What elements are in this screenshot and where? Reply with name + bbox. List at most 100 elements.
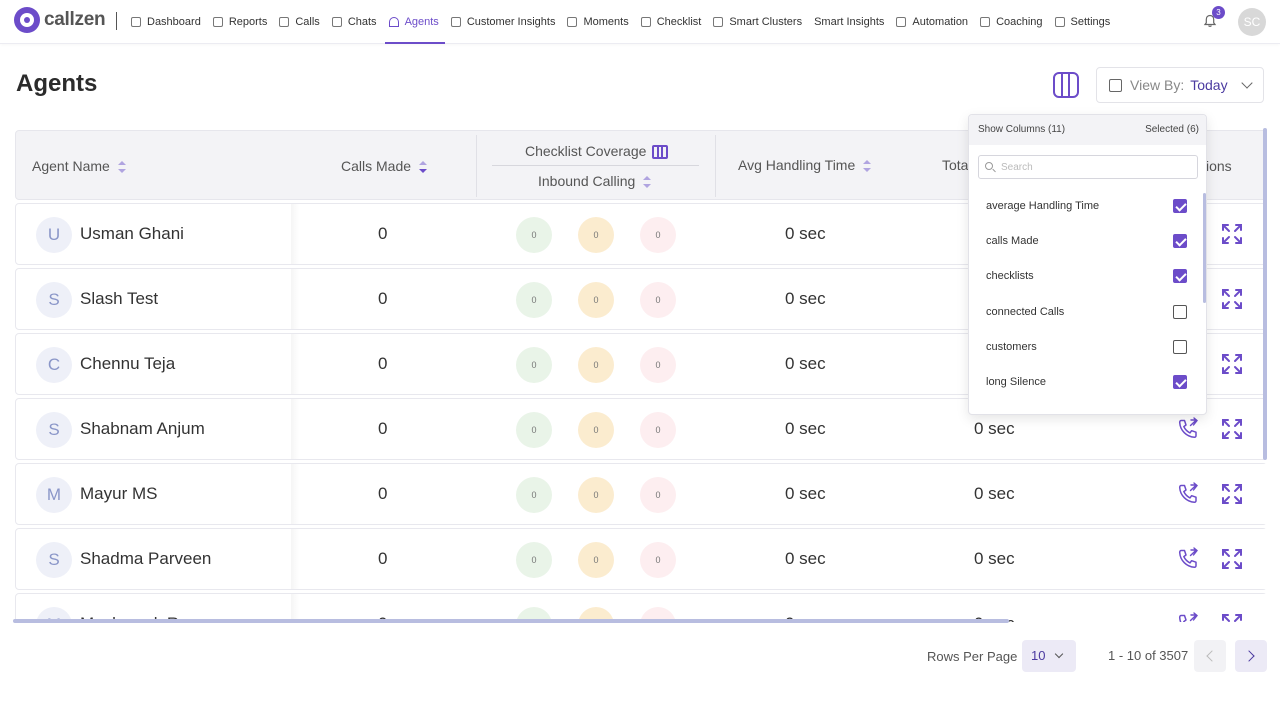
rows-per-page-select[interactable]: 10: [1022, 640, 1076, 672]
expand-icon[interactable]: [1220, 287, 1244, 311]
column-option-checkbox[interactable]: [1173, 269, 1187, 284]
column-option-label[interactable]: checklists: [986, 270, 1034, 282]
agent-name[interactable]: Shadma Parveen: [80, 549, 211, 569]
sort-icon[interactable]: [419, 161, 428, 174]
horizontal-scrollbar[interactable]: [13, 619, 1009, 623]
top-nav: callzen Dashboard Reports Calls Chats Agents…: [0, 0, 1280, 44]
column-option-checkbox[interactable]: [1173, 304, 1187, 319]
column-search-input[interactable]: Search: [978, 155, 1198, 179]
agent-avatar: S: [36, 412, 72, 448]
column-option-label[interactable]: calls Made: [986, 235, 1039, 247]
calls-made-value: 0: [378, 484, 388, 503]
pagination-range: 1 - 10 of 3507: [1108, 648, 1189, 663]
agent-avatar: S: [36, 282, 72, 318]
column-option-label[interactable]: long Silence: [986, 376, 1046, 388]
agent-name[interactable]: Chennu Teja: [80, 354, 175, 374]
avg-handling-time-value: 0 sec: [785, 354, 826, 373]
nav-item-calls[interactable]: Calls: [279, 0, 325, 44]
nav-item-reports[interactable]: Reports: [212, 0, 274, 44]
calls-made-value: 0: [378, 354, 388, 373]
sort-icon[interactable]: [863, 160, 872, 173]
callzen-logo[interactable]: callzen: [14, 7, 106, 33]
nav-item-customer-insights[interactable]: Customer Insights: [450, 0, 562, 44]
next-page-button[interactable]: [1235, 640, 1267, 672]
expand-icon[interactable]: [1220, 417, 1244, 441]
nav-item-agents[interactable]: Agents: [384, 0, 446, 44]
notification-badge: 3: [1212, 6, 1225, 19]
table-row[interactable]: MMuskaan k R00000 sec0 sec: [15, 593, 1267, 622]
nav-item-automation[interactable]: Automation: [896, 0, 974, 44]
nav-items: Dashboard Reports Calls Chats Agents Customer…: [131, 0, 1122, 44]
nav-item-smart-clusters[interactable]: Smart Clusters: [713, 0, 808, 44]
checklist-partial-count: 0: [578, 282, 614, 318]
nav-item-smart-insights[interactable]: Smart Insights: [814, 0, 890, 44]
sort-icon[interactable]: [117, 161, 126, 174]
expand-icon[interactable]: [1220, 612, 1244, 622]
table-row[interactable]: S Shadma Parveen 0 0 0 0 0 sec 0 sec: [15, 528, 1267, 590]
column-option-label[interactable]: customers: [986, 341, 1037, 353]
user-avatar[interactable]: SC: [1238, 8, 1266, 36]
agent-name[interactable]: Usman Ghani: [80, 224, 184, 244]
agent-name[interactable]: Slash Test: [80, 289, 158, 309]
nav-item-moments[interactable]: Moments: [567, 0, 634, 44]
agent-name[interactable]: Mayur MS: [80, 484, 157, 504]
header-calls-made[interactable]: Calls Made: [341, 158, 428, 174]
agent-avatar: C: [36, 347, 72, 383]
checklist-partial-count: 0: [578, 217, 614, 253]
header-avg-handling-time[interactable]: Avg Handling Time: [738, 157, 872, 173]
nav-item-label: Chats: [347, 16, 377, 28]
view-by-select[interactable]: View By: Today: [1096, 67, 1264, 103]
call-icon[interactable]: [1176, 417, 1200, 441]
column-search-placeholder: Search: [1001, 162, 1033, 173]
header-total[interactable]: Tota: [942, 157, 968, 173]
chat-icon: [567, 17, 578, 27]
previous-page-button[interactable]: [1194, 640, 1226, 672]
table-row[interactable]: M Mayur MS 0 0 0 0 0 sec 0 sec: [15, 463, 1267, 525]
header-inbound-calling[interactable]: Inbound Calling: [538, 173, 652, 189]
column-option-checkbox[interactable]: [1173, 234, 1187, 249]
columns-toggle-button[interactable]: [1053, 72, 1079, 98]
column-option-checkbox[interactable]: [1173, 339, 1187, 354]
gear-icon: [1054, 17, 1065, 27]
nav-item-checklist[interactable]: Checklist: [640, 0, 708, 44]
avg-handling-time-value: 0 sec: [785, 484, 826, 503]
agent-avatar: S: [36, 542, 72, 578]
call-icon[interactable]: [1176, 612, 1200, 622]
agent-name[interactable]: Shabnam Anjum: [80, 419, 205, 439]
column-option-checkbox[interactable]: [1173, 199, 1187, 213]
row-actions: [1142, 464, 1267, 524]
agent-avatar: U: [36, 217, 72, 253]
header-agent-name[interactable]: Agent Name: [32, 158, 126, 174]
columns-icon[interactable]: [652, 145, 669, 160]
checklist-partial-count: 0: [578, 412, 614, 448]
nav-item-chats[interactable]: Chats: [331, 0, 383, 44]
avg-handling-time-value: 0 sec: [785, 549, 826, 568]
popup-scrollbar[interactable]: [1203, 193, 1206, 303]
headset-icon: [450, 17, 461, 27]
row-actions: [1142, 529, 1267, 589]
nav-item-settings[interactable]: Settings: [1054, 0, 1117, 44]
nav-item-label: Automation: [912, 16, 969, 28]
nav-item-label: Settings: [1070, 16, 1111, 28]
vertical-scrollbar[interactable]: [1263, 128, 1267, 460]
column-option-label[interactable]: average Handling Time: [986, 200, 1099, 212]
view-by-label: View By:: [1130, 77, 1185, 93]
call-icon[interactable]: [1176, 482, 1200, 506]
headset-icon: [388, 17, 399, 27]
nav-item-dashboard[interactable]: Dashboard: [131, 0, 207, 44]
header-divider: [715, 135, 716, 197]
column-option-checkbox[interactable]: [1173, 375, 1187, 389]
row-actions: [1142, 594, 1267, 622]
expand-icon[interactable]: [1220, 547, 1244, 571]
sort-icon[interactable]: [643, 176, 652, 189]
view-by-value: Today: [1190, 77, 1228, 93]
expand-icon[interactable]: [1220, 222, 1244, 246]
expand-icon[interactable]: [1220, 352, 1244, 376]
column-option-label[interactable]: connected Calls: [986, 306, 1064, 318]
nav-item-coaching[interactable]: Coaching: [980, 0, 1048, 44]
sticky-column-shadow: [291, 334, 299, 394]
expand-icon[interactable]: [1220, 482, 1244, 506]
chat-icon: [331, 17, 342, 27]
call-icon[interactable]: [1176, 547, 1200, 571]
calls-made-value: 0: [378, 419, 388, 438]
